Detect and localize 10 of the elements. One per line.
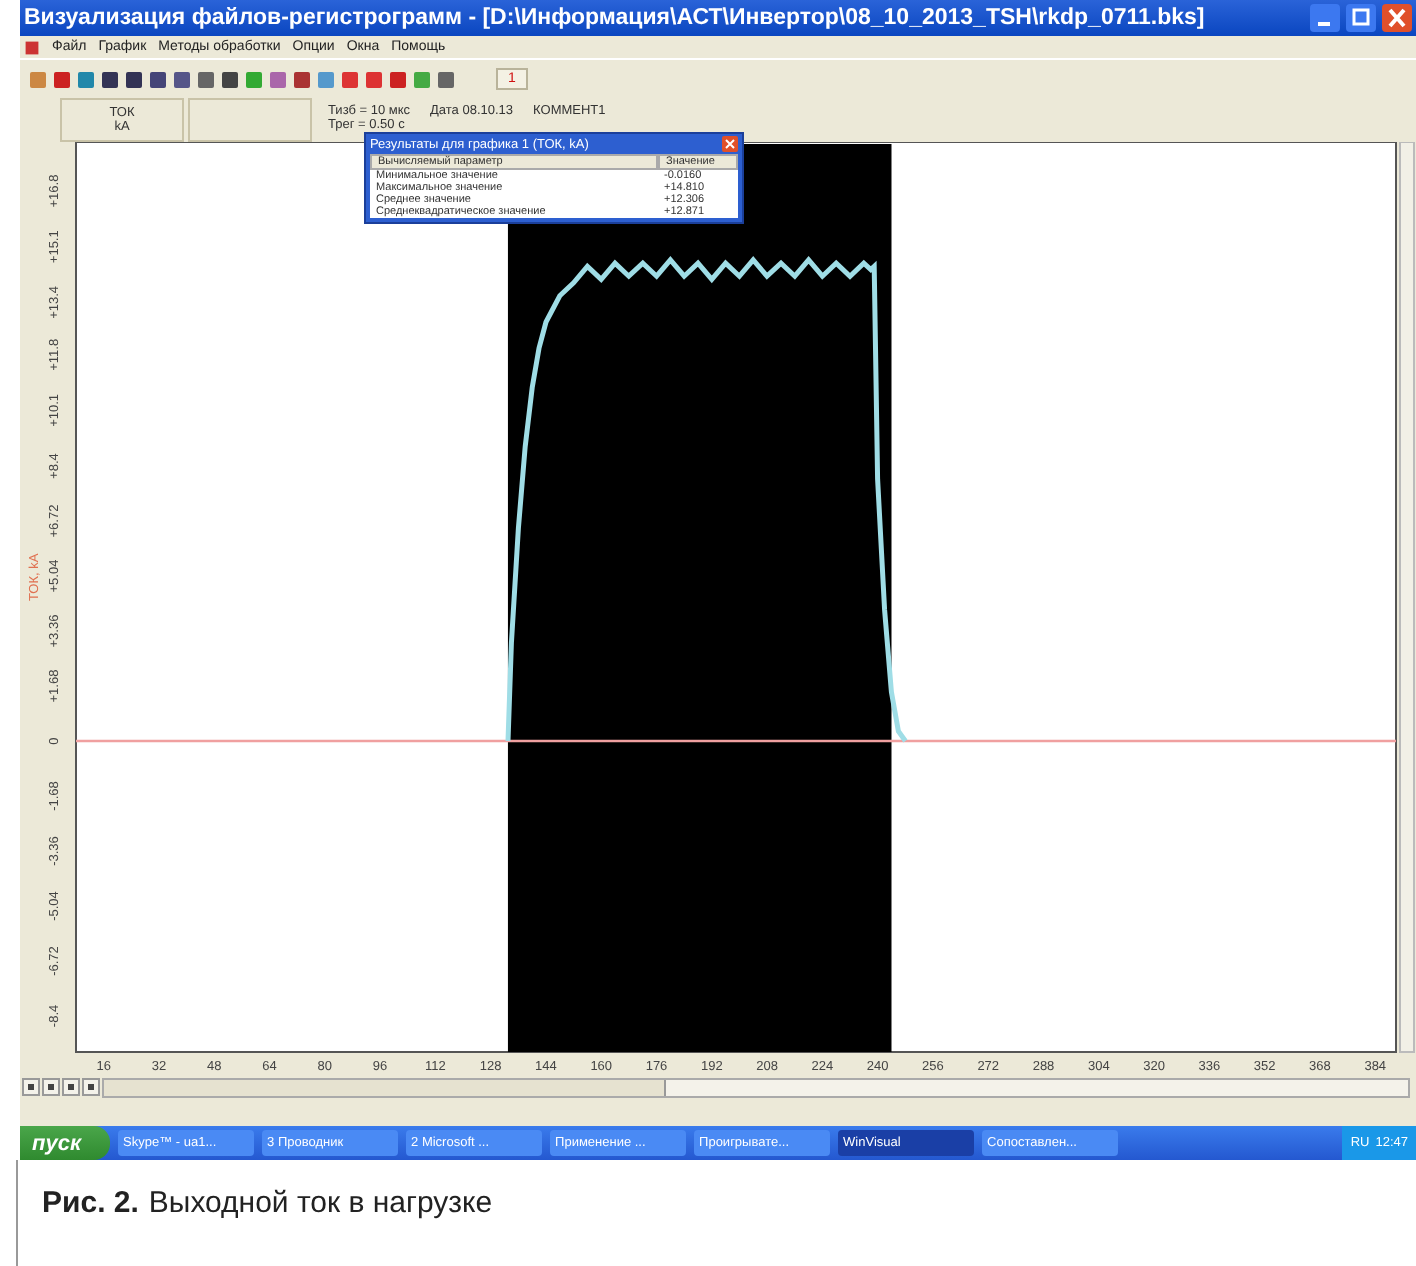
close-icon[interactable] xyxy=(1382,4,1412,32)
figure-label: Рис. 2. xyxy=(42,1186,139,1220)
empty-cell xyxy=(188,98,312,142)
close-icon[interactable] xyxy=(722,136,738,152)
start-button[interactable]: пуск xyxy=(20,1126,110,1160)
caption-text: Выходной ток в нагрузке xyxy=(148,1186,493,1220)
maximize-icon[interactable] xyxy=(1346,4,1376,32)
window-title: Визуализация файлов-регистрограмм - [D:\Информация\АСТ\Инвертор\08_10_2013_TSH\rkdp_0711.bks] xyxy=(24,6,1207,30)
minimize-icon[interactable] xyxy=(1310,4,1340,32)
horizontal-scrollbar[interactable] xyxy=(102,1077,1410,1097)
